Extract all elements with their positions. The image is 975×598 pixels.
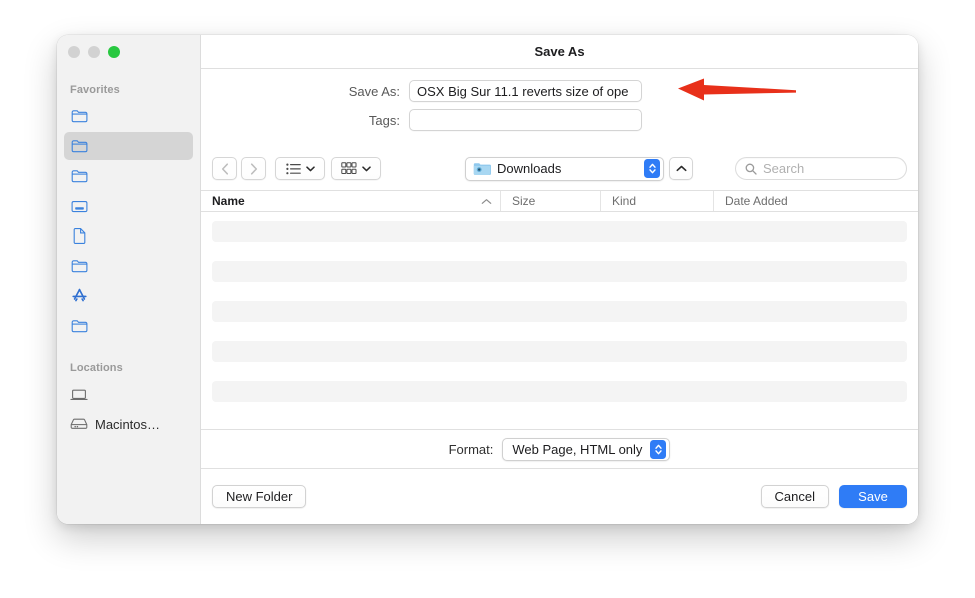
sidebar-item-favorite-1[interactable] [64, 102, 193, 130]
folder-icon [70, 107, 88, 125]
browser-toolbar: Downloads Search [201, 147, 918, 190]
chevron-up-icon [481, 198, 492, 204]
tags-input[interactable] [409, 109, 642, 131]
gallery-view-button[interactable] [331, 157, 381, 180]
dialog-action-buttons: Cancel Save [760, 485, 907, 508]
table-row[interactable] [212, 381, 907, 402]
sidebar-item-documents[interactable] [64, 222, 193, 250]
page-title: Save As [534, 44, 585, 59]
document-icon [70, 227, 88, 245]
zoom-window-button[interactable] [108, 46, 120, 58]
cancel-button[interactable]: Cancel [760, 485, 829, 508]
back-button[interactable] [212, 157, 237, 180]
hard-drive-icon [70, 415, 88, 433]
format-popup-label: Web Page, HTML only [512, 441, 643, 457]
sidebar-item-applications[interactable] [64, 282, 193, 310]
navigation-buttons [212, 157, 266, 180]
name-fields-area: Save As: OSX Big Sur 11.1 reverts size o… [201, 69, 918, 147]
format-popup-button[interactable]: Web Page, HTML only [502, 437, 671, 461]
chevron-down-icon [305, 165, 315, 171]
table-row[interactable] [212, 261, 907, 282]
location-popup-button[interactable]: Downloads [465, 156, 664, 181]
location-popup-label: Downloads [497, 161, 562, 176]
filename-input[interactable]: OSX Big Sur 11.1 reverts size of ope [409, 80, 642, 102]
sidebar-item-label: Macintos… [95, 416, 161, 432]
close-window-button[interactable] [68, 46, 80, 58]
folder-icon [70, 137, 88, 155]
column-header-kind[interactable]: Kind [601, 191, 714, 211]
sidebar-section-locations-title: Locations [70, 362, 123, 374]
table-row[interactable] [212, 341, 907, 362]
app-store-icon [70, 287, 88, 305]
list-view-button[interactable] [275, 157, 325, 180]
sidebar-item-laptop[interactable] [64, 380, 193, 408]
sidebar-item-favorite-6[interactable] [64, 252, 193, 280]
stepper-icon[interactable] [644, 159, 660, 178]
file-list[interactable] [201, 212, 918, 429]
save-as-dialog: Favorites Locations Macintos… Save As Sa… [57, 35, 918, 524]
sidebar-list: Favorites Locations Macintos… [57, 35, 200, 438]
table-row[interactable] [212, 301, 907, 322]
sidebar-item-favorite-3[interactable] [64, 162, 193, 190]
stepper-icon[interactable] [650, 439, 667, 459]
dialog-titlebar: Save As [201, 35, 918, 69]
laptop-icon [70, 385, 88, 403]
sidebar: Favorites Locations Macintos… [57, 35, 201, 524]
folder-icon [70, 257, 88, 275]
sidebar-item-desktop[interactable] [64, 192, 193, 220]
column-header-name-label: Name [212, 194, 245, 208]
sidebar-item-macintosh-hd[interactable]: Macintos… [64, 410, 193, 438]
gallery-view-icon [341, 162, 357, 174]
action-bar: New Folder Cancel Save [201, 468, 918, 524]
enclosing-folder-button[interactable] [669, 157, 693, 180]
save-button[interactable]: Save [839, 485, 907, 508]
file-list-column-header: Name Size Kind Date Added [201, 190, 918, 212]
folder-icon [70, 167, 88, 185]
search-input[interactable]: Search [735, 157, 907, 180]
window-controls [68, 46, 120, 58]
forward-button[interactable] [241, 157, 266, 180]
save-as-label: Save As: [348, 83, 400, 99]
format-label: Format: [448, 441, 494, 457]
table-row[interactable] [212, 221, 907, 242]
downloads-folder-icon [473, 163, 491, 175]
search-icon [745, 163, 757, 175]
sidebar-item-favorite-8[interactable] [64, 312, 193, 340]
view-mode-buttons [275, 157, 381, 180]
dialog-content: Save As Save As: OSX Big Sur 11.1 revert… [201, 35, 918, 524]
column-header-size[interactable]: Size [501, 191, 601, 211]
tags-label: Tags: [368, 112, 400, 128]
search-placeholder: Search [763, 161, 805, 176]
list-view-icon [285, 163, 301, 174]
column-header-date-added[interactable]: Date Added [714, 191, 918, 211]
format-bar: Format: Web Page, HTML only [201, 429, 918, 468]
column-header-name[interactable]: Name [201, 191, 501, 211]
sidebar-item-favorite-2-selected[interactable] [64, 132, 193, 160]
chevron-down-icon [362, 165, 371, 171]
new-folder-button[interactable]: New Folder [212, 485, 307, 508]
chevron-up-icon [676, 165, 686, 172]
minimize-window-button[interactable] [88, 46, 100, 58]
folder-icon [70, 317, 88, 335]
tags-row: Tags: [201, 109, 918, 131]
desktop-icon [70, 197, 88, 215]
sidebar-section-favorites-title: Favorites [70, 84, 120, 96]
save-as-row: Save As: OSX Big Sur 11.1 reverts size o… [201, 80, 918, 102]
